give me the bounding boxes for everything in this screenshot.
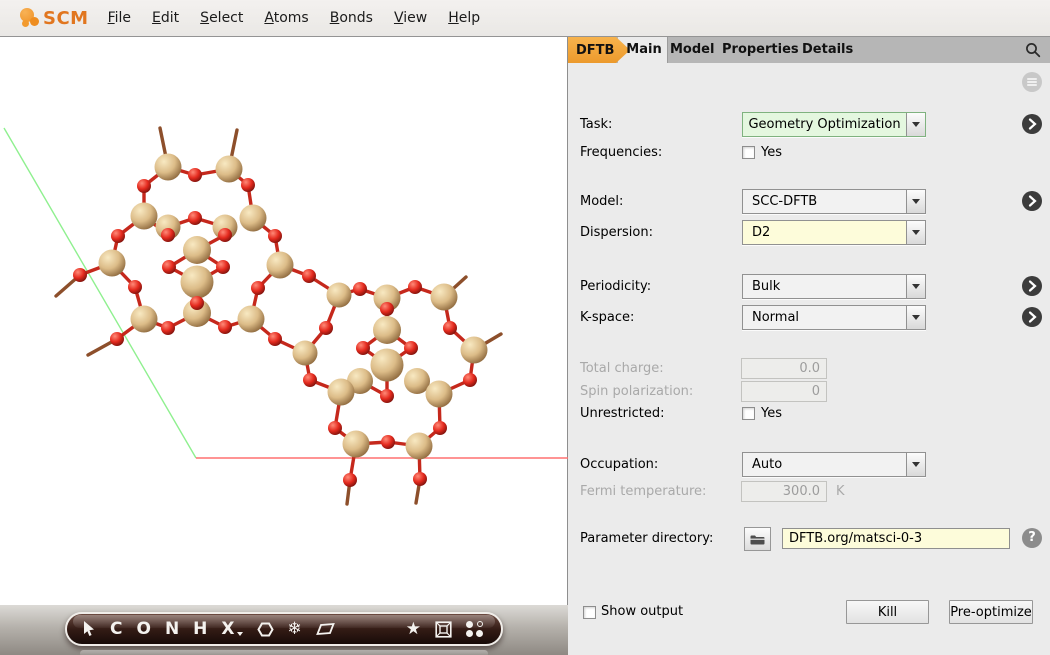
- occupation-label: Occupation:: [580, 452, 658, 477]
- dispersion-value: D2: [743, 221, 906, 244]
- freeze-icon[interactable]: ❄: [288, 621, 302, 638]
- scm-logo-text: SCM: [43, 8, 89, 29]
- element-h-button[interactable]: H: [193, 621, 207, 638]
- menu-help[interactable]: Help: [448, 10, 480, 26]
- menu-view[interactable]: View: [394, 10, 427, 26]
- frequencies-label: Frequencies:: [580, 140, 662, 165]
- menu-select[interactable]: Select: [200, 10, 243, 26]
- spin-polarization-input[interactable]: [741, 381, 827, 402]
- fermi-temperature-input[interactable]: [741, 481, 827, 502]
- unrestricted-label: Unrestricted:: [580, 401, 665, 426]
- dropdown-arrow-icon[interactable]: [906, 275, 925, 298]
- element-o-button[interactable]: O: [136, 621, 150, 638]
- star-icon[interactable]: ★: [406, 621, 421, 638]
- scm-logo-icon: [20, 6, 42, 30]
- dropdown-arrow-icon[interactable]: [906, 453, 925, 476]
- model-label: Model:: [580, 189, 623, 214]
- pre-optimize-button[interactable]: Pre-optimize: [949, 600, 1033, 624]
- dropdown-arrow-icon[interactable]: [906, 190, 925, 213]
- menu-items: File Edit Select Atoms Bonds View Help: [108, 10, 481, 26]
- kspace-details-chevron-icon[interactable]: [1022, 307, 1042, 327]
- molecule-canvas[interactable]: [0, 37, 568, 605]
- periodicity-dropdown[interactable]: Bulk: [742, 274, 926, 299]
- element-x-button[interactable]: X: [221, 621, 242, 638]
- parameter-directory-label: Parameter directory:: [580, 526, 713, 551]
- molecule-viewer[interactable]: C O N H X ❄ ★: [0, 37, 568, 655]
- menu-file[interactable]: File: [108, 10, 131, 26]
- help-icon[interactable]: ?: [1022, 528, 1042, 548]
- fermi-temperature-unit: K: [836, 479, 845, 504]
- element-c-button[interactable]: C: [110, 621, 122, 638]
- occupation-value: Auto: [743, 453, 906, 476]
- cursor-select-icon[interactable]: [83, 621, 96, 637]
- task-label: Task:: [580, 112, 612, 137]
- search-icon[interactable]: [1025, 42, 1041, 58]
- frequencies-option-label: Yes: [761, 140, 782, 165]
- periodicity-value: Bulk: [743, 275, 906, 298]
- model-value: SCC-DFTB: [743, 190, 906, 213]
- occupation-dropdown[interactable]: Auto: [742, 452, 926, 477]
- quick-toolbar: C O N H X ❄ ★: [65, 612, 503, 646]
- dropdown-arrow-icon[interactable]: [906, 306, 925, 329]
- tab-main[interactable]: Main: [622, 37, 666, 63]
- frequencies-checkbox[interactable]: [742, 146, 755, 159]
- plane-tool-icon[interactable]: [316, 622, 335, 636]
- tab-details[interactable]: Details: [802, 37, 850, 63]
- menu-bonds[interactable]: Bonds: [330, 10, 373, 26]
- kspace-label: K-space:: [580, 305, 634, 330]
- tab-separator: [667, 37, 668, 63]
- total-charge-input[interactable]: [741, 358, 827, 379]
- dropdown-arrow-icon[interactable]: [906, 113, 925, 136]
- ring-tool-icon[interactable]: [257, 621, 274, 638]
- unit-cell-icon[interactable]: [435, 621, 452, 638]
- menu-bar: SCM File Edit Select Atoms Bonds View He…: [0, 0, 1050, 37]
- scm-logo[interactable]: SCM: [20, 6, 89, 30]
- kspace-value: Normal: [743, 306, 906, 329]
- settings-panel: Task: Geometry Optimization Frequencies:…: [568, 63, 1050, 655]
- hamburger-menu-icon[interactable]: [1022, 72, 1042, 92]
- model-dropdown[interactable]: SCC-DFTB: [742, 189, 926, 214]
- parameter-directory-input[interactable]: [782, 528, 1010, 549]
- fermi-temperature-label: Fermi temperature:: [580, 479, 706, 504]
- dispersion-dropdown[interactable]: D2: [742, 220, 926, 245]
- unrestricted-option-label: Yes: [761, 401, 782, 426]
- task-details-chevron-icon[interactable]: [1022, 114, 1042, 134]
- kspace-dropdown[interactable]: Normal: [742, 305, 926, 330]
- atoms-dots-icon[interactable]: [466, 621, 485, 637]
- element-n-button[interactable]: N: [165, 621, 179, 638]
- total-charge-label: Total charge:: [580, 356, 664, 381]
- kill-button[interactable]: Kill: [846, 600, 929, 624]
- periodicity-details-chevron-icon[interactable]: [1022, 276, 1042, 296]
- element-x-dropdown-arrow-icon: [237, 632, 243, 636]
- model-details-chevron-icon[interactable]: [1022, 191, 1042, 211]
- browse-folder-button[interactable]: [744, 527, 771, 551]
- show-output-label: Show output: [601, 600, 683, 624]
- task-value: Geometry Optimization: [743, 113, 906, 136]
- folder-icon: [750, 534, 765, 545]
- tab-properties[interactable]: Properties: [722, 37, 796, 63]
- tab-bar: DFTB Main Model Properties Details: [568, 37, 1050, 63]
- tab-model[interactable]: Model: [670, 37, 714, 63]
- dropdown-arrow-icon[interactable]: [906, 221, 925, 244]
- dispersion-label: Dispersion:: [580, 220, 653, 245]
- task-dropdown[interactable]: Geometry Optimization: [742, 112, 926, 137]
- menu-edit[interactable]: Edit: [152, 10, 179, 26]
- toolbar-dock: C O N H X ❄ ★: [0, 605, 568, 655]
- unrestricted-checkbox[interactable]: [742, 407, 755, 420]
- toolbar-reflection: [80, 650, 488, 655]
- show-output-checkbox[interactable]: [583, 606, 596, 619]
- menu-atoms[interactable]: Atoms: [264, 10, 308, 26]
- periodicity-label: Periodicity:: [580, 274, 651, 299]
